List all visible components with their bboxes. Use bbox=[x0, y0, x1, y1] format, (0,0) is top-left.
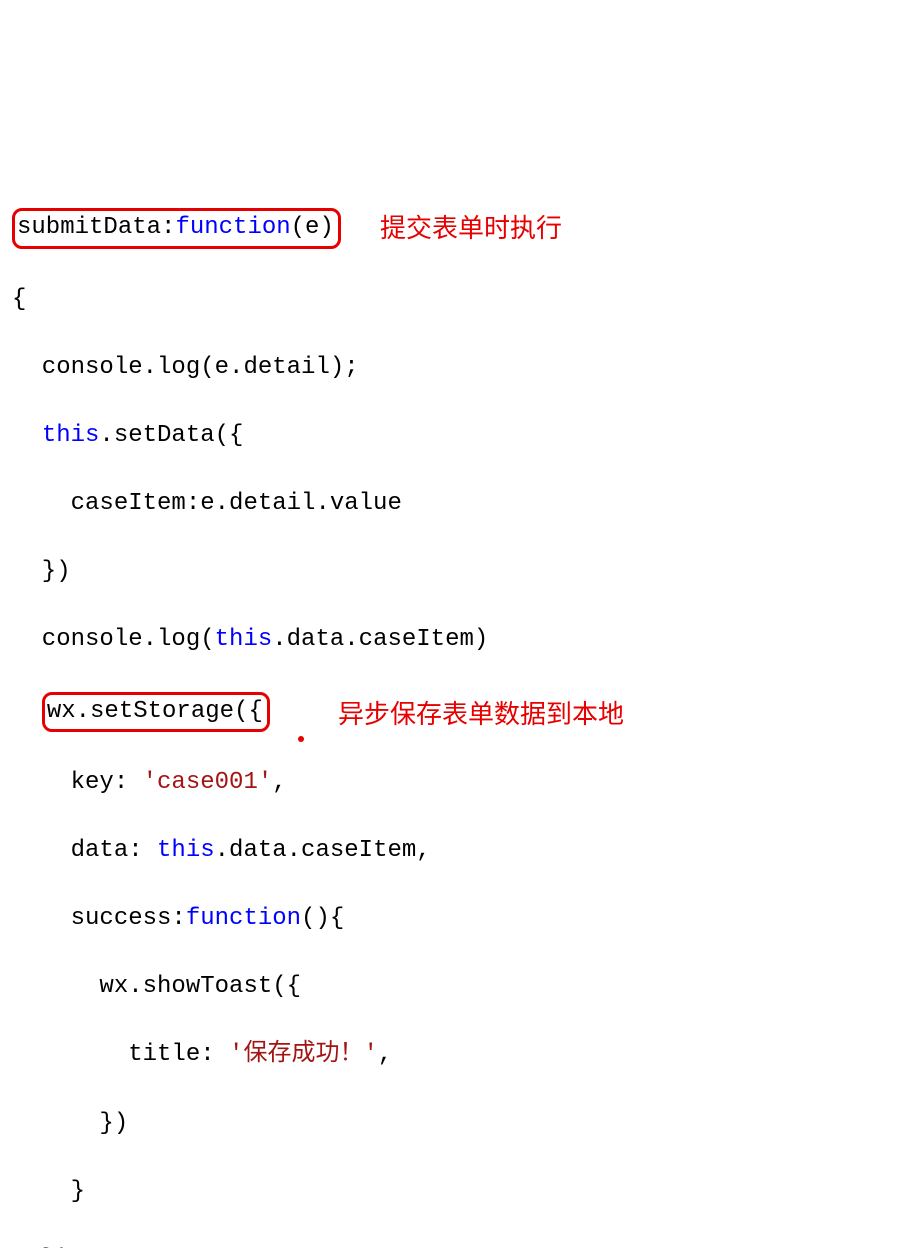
red-dot-icon bbox=[298, 736, 304, 742]
code-line: this.setData({ bbox=[8, 419, 922, 453]
token-text: success: bbox=[13, 905, 186, 932]
token-text: (){ bbox=[301, 905, 344, 932]
token-text: }) bbox=[13, 1246, 71, 1248]
code-line: title: '保存成功！', bbox=[8, 1038, 922, 1072]
code-line: }) bbox=[8, 1107, 922, 1141]
token-paren: (e) bbox=[291, 214, 334, 241]
code-line: { bbox=[8, 283, 922, 317]
token-indent bbox=[13, 422, 42, 449]
code-line: }) bbox=[8, 555, 922, 589]
code-line: submitData:function(e) 提交表单时执行 bbox=[8, 208, 922, 248]
code-line: wx.showToast({ bbox=[8, 970, 922, 1004]
code-line: key: 'case001', bbox=[8, 766, 922, 800]
token-text: , bbox=[378, 1041, 392, 1068]
code-block: submitData:function(e)提交表单时执行 { console.… bbox=[8, 140, 922, 1248]
annotation-1: 提交表单时执行 bbox=[380, 210, 562, 247]
highlight-box-2: wx.setStorage({ bbox=[42, 692, 270, 732]
token-text: wx.showToast({ bbox=[13, 973, 301, 1000]
token-keyword: this bbox=[157, 837, 215, 864]
code-line: caseItem:e.detail.value bbox=[8, 487, 922, 521]
token-identifier: submitData: bbox=[17, 214, 175, 241]
token-text: , bbox=[272, 769, 286, 796]
code-line: wx.setStorage({ 异步保存表单数据到本地 bbox=[8, 692, 922, 732]
code-line: }) bbox=[8, 1243, 922, 1248]
token-text: wx.setStorage({ bbox=[47, 698, 263, 725]
annotation-2: 异步保存表单数据到本地 bbox=[338, 696, 624, 733]
token-keyword: this bbox=[215, 626, 273, 653]
token-brace: { bbox=[12, 286, 26, 313]
token-text: data: bbox=[13, 837, 157, 864]
code-line: console.log(this.data.caseItem) bbox=[8, 623, 922, 657]
token-text: key: bbox=[13, 769, 143, 796]
highlight-box-1: submitData:function(e) bbox=[12, 208, 341, 248]
token-text: console.log(e.detail); bbox=[13, 354, 359, 381]
token-text: }) bbox=[13, 1110, 128, 1137]
token-indent bbox=[13, 698, 42, 725]
code-line: success:function(){ bbox=[8, 902, 922, 936]
token-text: }) bbox=[13, 558, 71, 585]
token-text: caseItem:e.detail.value bbox=[13, 490, 402, 517]
token-string: '保存成功！' bbox=[229, 1041, 378, 1068]
token-text: console.log( bbox=[13, 626, 215, 653]
token-text: .data.caseItem) bbox=[272, 626, 488, 653]
code-line: console.log(e.detail); bbox=[8, 351, 922, 385]
token-text: .setData({ bbox=[99, 422, 243, 449]
token-keyword: this bbox=[42, 422, 100, 449]
token-text: title: bbox=[13, 1041, 229, 1068]
token-text: } bbox=[13, 1178, 85, 1205]
code-line: } bbox=[8, 1175, 922, 1209]
code-line: data: this.data.caseItem, bbox=[8, 834, 922, 868]
token-string: 'case001' bbox=[143, 769, 273, 796]
token-text: .data.caseItem, bbox=[215, 837, 431, 864]
token-keyword: function bbox=[186, 905, 301, 932]
token-keyword: function bbox=[175, 214, 290, 241]
